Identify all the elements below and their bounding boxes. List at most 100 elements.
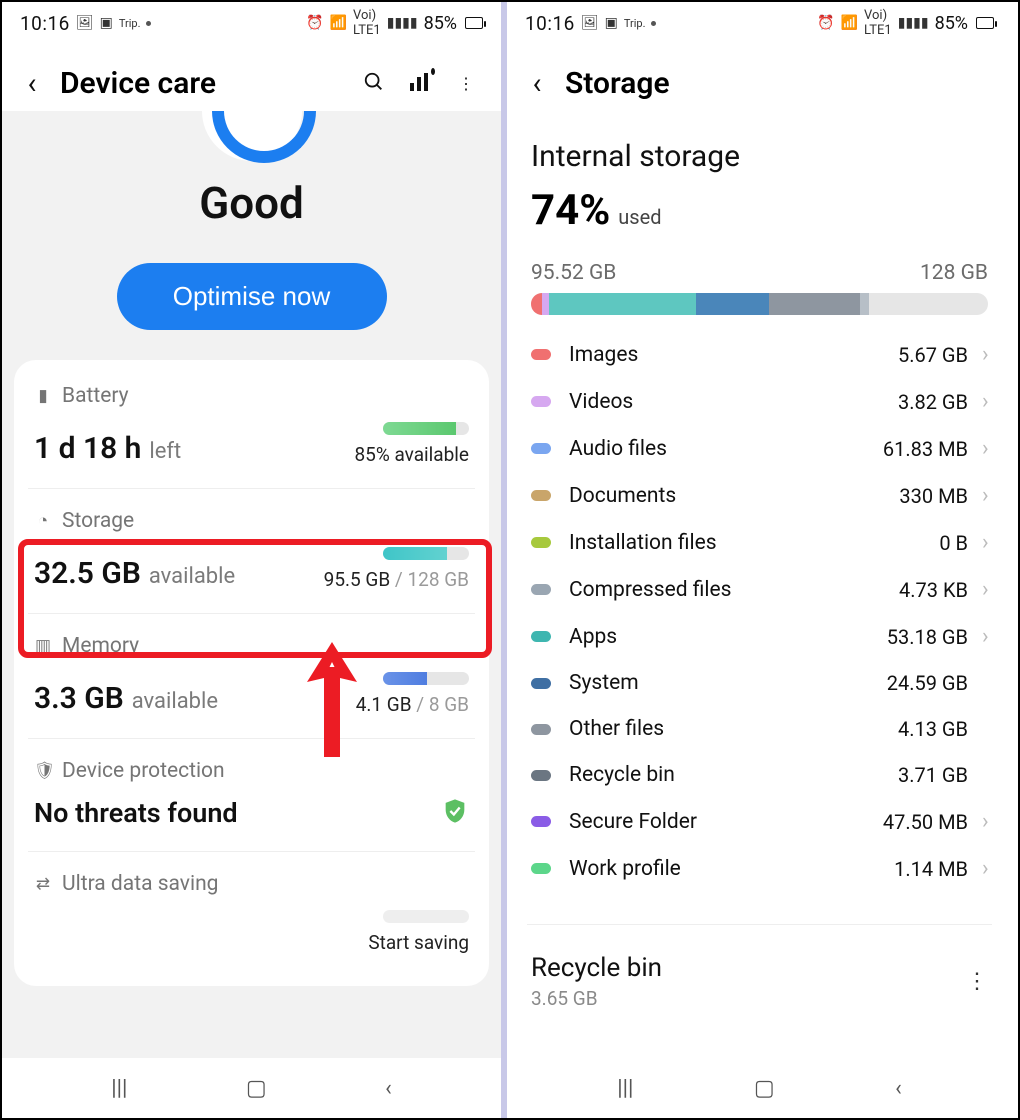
category-row[interactable]: Installation files0 B› [527, 519, 1002, 566]
protection-item[interactable]: 🛡 Device protection No threats found [28, 739, 475, 852]
category-size: 0 B [939, 531, 968, 555]
page-title: Storage [565, 66, 992, 101]
category-row[interactable]: Audio files61.83 MB› [527, 425, 1002, 472]
category-name: System [569, 671, 887, 695]
storage-bar [531, 293, 988, 315]
memory-suffix: available [132, 689, 218, 714]
category-size: 53.18 GB [887, 625, 968, 649]
battery-icon [976, 17, 994, 29]
optimise-button[interactable]: Optimise now [117, 263, 387, 330]
memory-value: 3.3 GB [34, 681, 124, 716]
body: Internal storage 74% used 95.52 GB 128 G… [507, 111, 1012, 1058]
more-icon[interactable]: ⋮ [451, 74, 481, 93]
category-name: Videos [569, 390, 898, 414]
battery-pct: 85% [424, 13, 457, 34]
battery-value: 1 d 18 h [34, 431, 141, 466]
wifi-icon: 📶 [330, 15, 347, 31]
nav-back-button[interactable]: ‹ [385, 1076, 392, 1101]
clock: 10:16 [20, 12, 70, 35]
battery-icon [465, 17, 483, 29]
chevron-right-icon: › [982, 577, 998, 602]
category-size: 3.71 GB [898, 763, 968, 787]
status-label: Good [2, 177, 501, 229]
battery-suffix: left [149, 439, 181, 464]
chevron-right-icon: › [982, 389, 998, 414]
chevron-right-icon: › [982, 624, 998, 649]
category-size: 3.82 GB [898, 390, 968, 414]
ultra-label: Ultra data saving [62, 872, 218, 896]
recycle-bin-item[interactable]: Recycle bin 3.65 GB ⋮ [507, 925, 1012, 1016]
storage-used-total: 95.5 GB / 128 GB [324, 568, 469, 591]
battery-available: 85% available [354, 443, 469, 466]
search-icon[interactable] [359, 71, 389, 97]
memory-item[interactable]: ▥ Memory 3.3 GB available 4.1 GB / 8 GB [28, 614, 475, 739]
category-name: Images [569, 343, 898, 367]
chevron-right-icon: › [982, 483, 998, 508]
category-name: Audio files [569, 437, 883, 461]
category-name: Work profile [569, 857, 894, 881]
back-button[interactable]: ‹ [525, 66, 549, 101]
category-size: 330 MB [899, 484, 968, 508]
memory-bar [383, 672, 469, 685]
lte-icon: Voi)LTE1 [353, 8, 381, 38]
chevron-right-icon: › [982, 856, 998, 881]
pic-icon: 🖼 [76, 15, 94, 31]
category-size: 1.14 MB [894, 857, 968, 881]
recycle-title: Recycle bin [531, 953, 966, 983]
section-title: Internal storage [507, 111, 1012, 178]
recents-button[interactable]: ||| [617, 1076, 633, 1101]
category-color-icon [531, 396, 551, 407]
category-row[interactable]: Compressed files4.73 KB› [527, 566, 1002, 613]
category-name: Installation files [569, 531, 939, 555]
storage-item[interactable]: ◔ Storage 32.5 GB available 95.5 GB / 12… [28, 489, 475, 614]
signal-icon: ▮▮▮▮ [387, 15, 418, 31]
category-size: 47.50 MB [883, 810, 968, 834]
battery-item[interactable]: ▮ Battery 1 d 18 h left 85% available [28, 364, 475, 489]
category-row[interactable]: Videos3.82 GB › [527, 378, 1002, 425]
metrics-card: ▮ Battery 1 d 18 h left 85% available [14, 360, 489, 986]
category-row[interactable]: Images5.67 GB› [527, 331, 1002, 378]
wifi-icon: 📶 [841, 15, 858, 31]
recents-button[interactable]: ||| [111, 1076, 127, 1101]
category-list: Images5.67 GB› Videos3.82 GB › Audio files6… [507, 315, 1012, 902]
storage-suffix: available [149, 564, 235, 589]
trip-icon: Trip. [624, 17, 646, 30]
page-title: Device care [60, 66, 343, 101]
chart-icon[interactable] [405, 73, 435, 95]
battery-label: Battery [62, 384, 129, 408]
storage-bar [383, 547, 469, 560]
storage-mini-icon: ◔ [34, 511, 52, 531]
category-row: Recycle bin3.71 GB [527, 752, 1002, 798]
nav-back-button[interactable]: ‹ [895, 1076, 902, 1101]
memory-label: Memory [62, 634, 139, 658]
category-color-icon [531, 443, 551, 454]
more-dot-icon [146, 21, 151, 26]
category-color-icon [531, 770, 551, 781]
more-dot-icon [651, 21, 656, 26]
status-bar: 10:16 🖼 ▣ Trip. ⏰ 📶 Voi)LTE1 ▮▮▮▮ 85% [507, 2, 1012, 44]
category-size: 24.59 GB [887, 671, 968, 695]
back-button[interactable]: ‹ [20, 66, 44, 101]
category-name: Recycle bin [569, 763, 898, 787]
body: Good Optimise now ▮ Battery 1 d 18 h lef… [2, 111, 501, 1058]
clock: 10:16 [525, 12, 575, 35]
category-row[interactable]: Secure Folder47.50 MB› [527, 798, 1002, 845]
app-icon: ▣ [100, 15, 113, 31]
alarm-icon: ⏰ [817, 15, 834, 31]
home-button[interactable]: ▢ [754, 1076, 775, 1101]
category-name: Other files [569, 717, 898, 741]
ultra-bar [383, 910, 469, 923]
category-row: System24.59 GB [527, 660, 1002, 706]
category-row[interactable]: Apps53.18 GB› [527, 613, 1002, 660]
lte-icon: Voi)LTE1 [864, 8, 892, 38]
data-saving-icon: ⇄ [34, 874, 52, 894]
category-row[interactable]: Documents330 MB› [527, 472, 1002, 519]
ultra-start: Start saving [368, 931, 469, 954]
ultra-data-item[interactable]: ⇄ Ultra data saving Start saving [28, 852, 475, 976]
battery-pct: 85% [935, 13, 968, 34]
status-bar: 10:16 🖼 ▣ Trip. ⏰ 📶 Voi)LTE1 ▮▮▮▮ 85% [2, 2, 501, 44]
category-row[interactable]: Work profile1.14 MB › [527, 845, 1002, 892]
more-icon[interactable]: ⋮ [966, 969, 988, 994]
category-size: 61.83 MB [883, 437, 968, 461]
home-button[interactable]: ▢ [246, 1076, 267, 1101]
